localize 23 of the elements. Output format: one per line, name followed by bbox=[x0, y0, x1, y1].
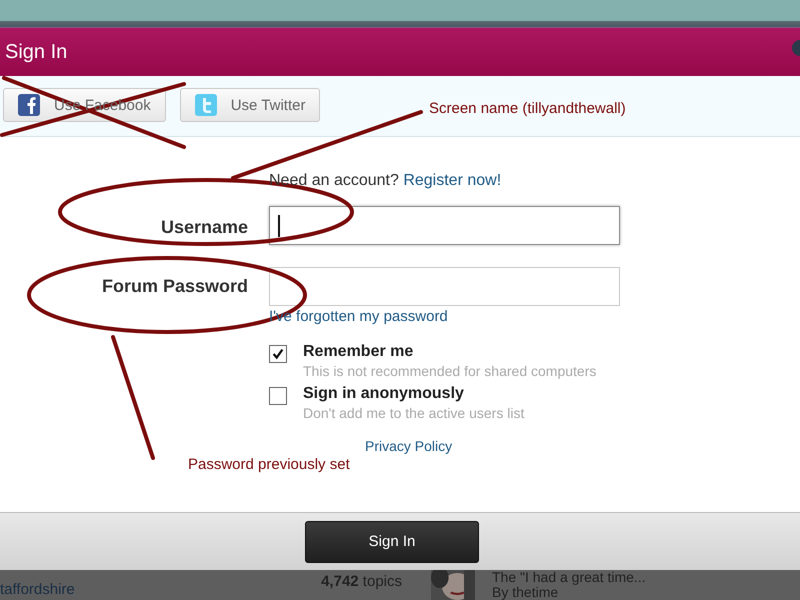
option-hint: Don't add me to the active users list bbox=[303, 405, 524, 421]
checkbox[interactable] bbox=[269, 345, 287, 363]
privacy-link[interactable]: Privacy Policy bbox=[365, 438, 452, 454]
option-hint: This is not recommended for shared computers bbox=[303, 363, 596, 379]
check-icon bbox=[271, 347, 285, 361]
annotation-text: Password previously set bbox=[188, 456, 350, 473]
sign-in-button[interactable]: Sign In bbox=[305, 520, 479, 562]
text-cursor bbox=[278, 215, 280, 237]
facebook-icon bbox=[18, 94, 40, 116]
option-label: Sign in anonymously bbox=[303, 385, 465, 403]
field-label: Forum Password bbox=[100, 276, 248, 297]
topics-count: 4,742 topics bbox=[321, 573, 402, 591]
input-field[interactable] bbox=[269, 267, 620, 306]
field-label: Username bbox=[160, 217, 248, 238]
bird-letter-icon bbox=[194, 94, 217, 116]
input-field[interactable] bbox=[269, 206, 620, 245]
post-author: By thetime bbox=[492, 585, 560, 600]
social-login-button[interactable]: Use Twitter bbox=[180, 88, 320, 122]
annotation-text: Screen name (tillyandthewall) bbox=[429, 100, 626, 117]
register-link[interactable]: Register now! bbox=[403, 172, 502, 189]
option-label: Remember me bbox=[303, 343, 414, 361]
checkbox[interactable] bbox=[269, 387, 287, 405]
dialog-title: Sign In bbox=[5, 40, 68, 64]
